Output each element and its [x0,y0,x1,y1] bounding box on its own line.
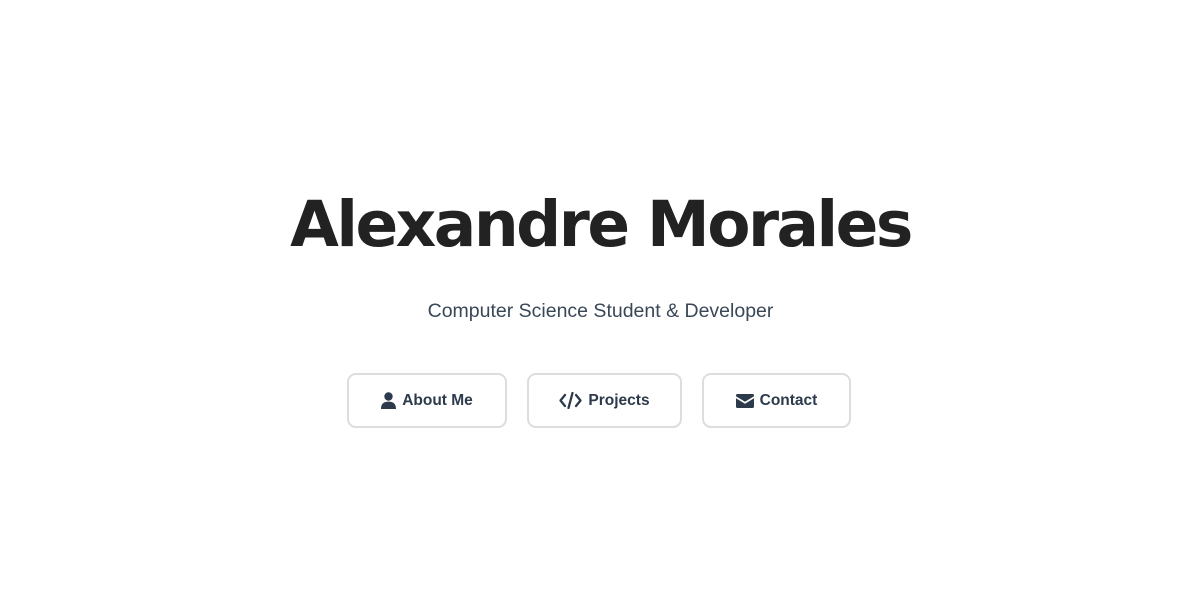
projects-button[interactable]: Projects [527,373,682,428]
about-me-button[interactable]: About Me [347,373,507,428]
nav-buttons: About Me Projects Contact [0,373,1201,428]
contact-button[interactable]: Contact [702,373,851,428]
about-me-label: About Me [402,391,473,409]
envelope-icon [735,393,754,408]
code-icon [559,392,583,409]
hero-subtitle: Computer Science Student & Developer [427,300,774,322]
contact-label: Contact [759,391,818,409]
hero-name: Alexandre Morales [290,188,913,261]
user-icon [381,392,397,409]
projects-label: Projects [588,391,650,409]
portfolio-hero: Alexandre Morales Computer Science Stude… [0,0,1201,595]
